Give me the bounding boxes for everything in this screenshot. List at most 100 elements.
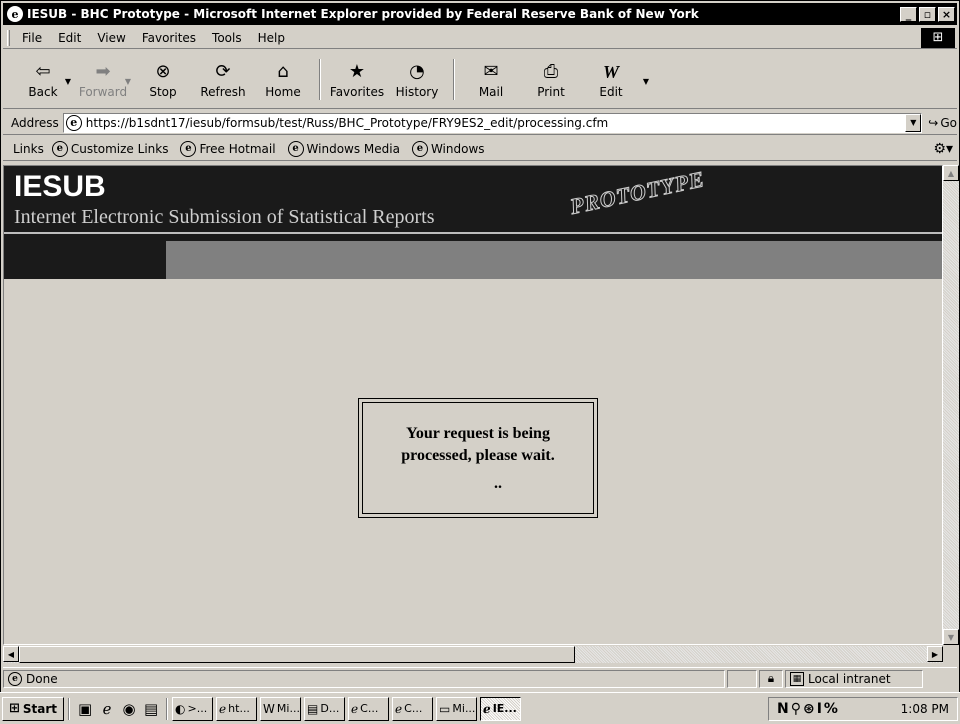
title-bar[interactable]: e IESUB - BHC Prototype - Microsoft Inte… — [3, 3, 957, 25]
task-word-icon: W — [263, 701, 275, 716]
mail-label: Mail — [478, 84, 504, 99]
home-label: Home — [265, 84, 301, 99]
status-bar: e Done 🔒︎ ▦ Local intranet — [3, 667, 957, 689]
task-ie-icon: ℯ — [483, 701, 491, 716]
go-label: Go — [940, 115, 957, 130]
menu-tools[interactable]: Tools — [204, 31, 250, 45]
minimize-button[interactable]: _ — [900, 6, 917, 22]
favorites-button[interactable]: ★ Favorites — [327, 51, 387, 108]
banner-divider — [4, 232, 942, 234]
start-button[interactable]: ⊞ Start — [2, 696, 65, 721]
link-free-hotmail[interactable]: e Free Hotmail — [180, 140, 276, 157]
start-label: Start — [22, 701, 58, 716]
menu-favorites[interactable]: Favorites — [134, 31, 204, 45]
task-button[interactable]: ▤ D... — [304, 696, 346, 721]
progress-dots: .. — [494, 475, 502, 492]
task-button[interactable]: ℯ ht... — [216, 696, 258, 721]
history-button[interactable]: ◔ History — [387, 51, 447, 108]
quicklaunch-app-icon[interactable]: ▤ — [140, 700, 162, 718]
task-label: Mi... — [452, 702, 476, 715]
refresh-button[interactable]: ⟳ Refresh — [193, 51, 253, 108]
horizontal-scrollbar[interactable]: ◀ ▶ — [3, 646, 943, 663]
task-button[interactable]: ℯ C... — [348, 696, 390, 721]
task-label: ht... — [228, 702, 250, 715]
link-label: Windows — [430, 141, 485, 156]
address-input[interactable]: e https://b1sdnt17/iesub/formsub/test/Ru… — [62, 112, 923, 133]
menu-file[interactable]: File — [14, 31, 50, 45]
home-button[interactable]: ⌂ Home — [253, 51, 313, 108]
nav-bar — [4, 241, 942, 279]
iesub-logo: IESUB — [14, 170, 106, 203]
history-label: History — [395, 84, 439, 99]
back-dropdown-icon[interactable]: ▼ — [65, 77, 71, 86]
media-player-icon[interactable]: ◉ — [118, 700, 140, 718]
menu-view[interactable]: View — [89, 31, 133, 45]
task-label: C... — [360, 702, 379, 715]
scroll-up-icon[interactable]: ▲ — [943, 165, 959, 181]
clock[interactable]: 1:08 PM — [901, 702, 949, 716]
menu-edit[interactable]: Edit — [50, 31, 89, 45]
taskbar-separator — [166, 697, 169, 720]
task-label: >... — [187, 702, 208, 715]
link-customize-links[interactable]: e Customize Links — [51, 140, 169, 157]
link-label: Windows Media — [306, 141, 400, 156]
translate-icon[interactable]: ⚙▾ — [933, 141, 953, 157]
stop-button[interactable]: ⊗ Stop — [133, 51, 193, 108]
message-inner-frame: Your request is being processed, please … — [362, 402, 594, 514]
print-icon: ⎙ — [543, 60, 559, 82]
link-windows-media[interactable]: e Windows Media — [287, 140, 400, 157]
task-ie-icon: ℯ — [395, 701, 403, 716]
task-ie-icon: ℯ — [351, 701, 359, 716]
task-label: Mi... — [276, 702, 300, 715]
ie-page-icon: e — [287, 140, 304, 157]
back-button[interactable]: ⇦ Back ▼ — [13, 51, 73, 108]
security-zone[interactable]: ▦ Local intranet — [785, 669, 923, 688]
link-label: Customize Links — [70, 141, 169, 156]
status-text: Done — [26, 671, 58, 686]
ie-page-icon: e — [411, 140, 428, 157]
task-button[interactable]: ℯ C... — [392, 696, 434, 721]
scroll-down-icon[interactable]: ▼ — [943, 629, 959, 645]
mail-icon: ✉ — [483, 60, 499, 82]
forward-arrow-icon: ➡ — [95, 60, 111, 82]
edit-icon: W — [602, 61, 619, 82]
edit-button[interactable]: W Edit ▼ — [581, 51, 649, 108]
close-button[interactable]: × — [938, 6, 955, 22]
horizontal-scroll-thumb[interactable] — [19, 646, 575, 663]
print-label: Print — [537, 84, 565, 99]
scroll-left-icon[interactable]: ◀ — [3, 646, 19, 662]
page-icon: e — [65, 114, 82, 131]
forward-dropdown-icon[interactable]: ▼ — [125, 77, 131, 86]
edit-dropdown-icon[interactable]: ▼ — [643, 77, 649, 86]
task-button-active[interactable]: ℯ IE... — [480, 696, 522, 721]
processing-message-box: Your request is being processed, please … — [358, 398, 598, 518]
toolbar-grip[interactable] — [7, 29, 10, 46]
address-dropdown-icon[interactable]: ▼ — [905, 113, 922, 132]
tray-icons[interactable]: N⚲⊛I% — [777, 701, 840, 717]
window-title: IESUB - BHC Prototype - Microsoft Intern… — [27, 7, 699, 21]
address-url[interactable]: https://b1sdnt17/iesub/formsub/test/Russ… — [86, 116, 608, 130]
internet-explorer-icon[interactable]: ℯ — [96, 700, 118, 718]
scroll-right-icon[interactable]: ▶ — [927, 646, 943, 662]
print-button[interactable]: ⎙ Print — [521, 51, 581, 108]
back-label: Back — [28, 84, 58, 99]
task-button[interactable]: ◐ >... — [172, 696, 214, 721]
task-button[interactable]: ▭ Mi... — [436, 696, 478, 721]
task-button[interactable]: W Mi... — [260, 696, 302, 721]
menu-help[interactable]: Help — [250, 31, 293, 45]
show-desktop-icon[interactable]: ▣ — [74, 700, 96, 718]
taskbar-separator — [68, 697, 71, 720]
standard-toolbar: ⇦ Back ▼ ➡ Forward ▼ ⊗ Stop ⟳ Refresh ⌂ … — [3, 51, 957, 109]
stop-icon: ⊗ — [155, 60, 171, 82]
task-ie-icon: ℯ — [219, 701, 227, 716]
maximize-button[interactable]: ▫ — [919, 6, 936, 22]
zone-label: Local intranet — [808, 671, 891, 686]
forward-button[interactable]: ➡ Forward ▼ — [73, 51, 133, 108]
edit-label: Edit — [599, 84, 623, 99]
mail-button[interactable]: ✉ Mail — [461, 51, 521, 108]
vertical-scrollbar[interactable]: ▲ ▼ — [943, 165, 959, 645]
link-windows[interactable]: e Windows — [411, 140, 485, 157]
ie-page-icon: e — [8, 671, 22, 686]
message-line-2: processed, please wait. — [401, 447, 555, 464]
go-button[interactable]: ↪ Go — [928, 116, 957, 130]
